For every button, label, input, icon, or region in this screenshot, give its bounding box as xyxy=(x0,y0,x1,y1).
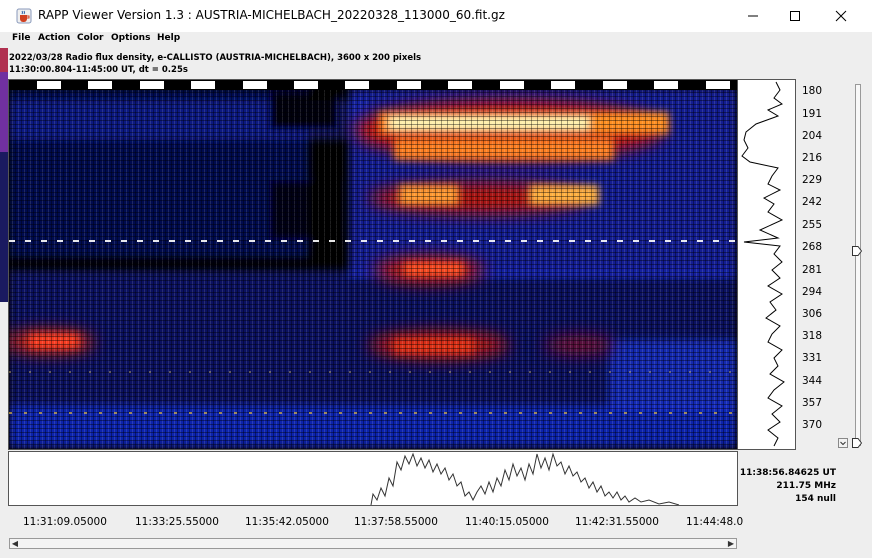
cursor-value-readout: 154 null xyxy=(795,494,836,504)
freq-tick: 370 xyxy=(802,419,823,431)
arrow-left-icon[interactable]: ◀ xyxy=(10,539,20,548)
menu-options[interactable]: Options xyxy=(111,33,150,43)
menu-file[interactable]: File xyxy=(12,33,30,43)
freq-tick: 216 xyxy=(802,152,823,164)
spectrogram-plot[interactable] xyxy=(8,79,738,450)
time-tick: 11:37:58.55000 xyxy=(354,516,438,528)
time-tick: 11:33:25.55000 xyxy=(135,516,219,528)
frequency-profile-plot xyxy=(738,79,796,450)
time-tick: 11:44:48.0 xyxy=(686,516,744,528)
freq-tick: 242 xyxy=(802,196,823,208)
minimize-button[interactable] xyxy=(730,0,776,32)
freq-tick: 281 xyxy=(802,264,823,276)
info-line-1: 2022/03/28 Radio flux density, e-CALLIST… xyxy=(9,53,422,63)
freq-tick: 180 xyxy=(802,85,823,97)
cursor-frequency-readout: 211.75 MHz xyxy=(776,481,836,491)
freq-tick: 294 xyxy=(802,286,823,298)
cursor-time-readout: 11:38:56.84625 UT xyxy=(739,468,836,478)
scroll-down-icon[interactable] xyxy=(838,438,848,448)
freq-tick: 306 xyxy=(802,308,823,320)
freq-tick: 255 xyxy=(802,219,823,231)
java-cup-icon xyxy=(16,8,32,24)
minimize-icon xyxy=(748,15,758,17)
arrow-right-icon[interactable]: ▶ xyxy=(726,539,736,548)
freq-tick: 344 xyxy=(802,375,823,387)
vertical-slider-track[interactable] xyxy=(855,84,861,446)
frequency-profile-curve xyxy=(741,81,785,447)
menu-help[interactable]: Help xyxy=(157,33,180,43)
slider-knob-icon[interactable] xyxy=(852,438,862,448)
menu-color[interactable]: Color xyxy=(77,33,104,43)
close-icon xyxy=(835,10,847,22)
light-curve-line xyxy=(370,452,680,505)
slider-knob-icon[interactable] xyxy=(852,246,862,256)
spectrogram-image xyxy=(9,80,737,449)
freq-tick: 268 xyxy=(802,241,823,253)
horizontal-scrollbar[interactable]: ◀ ▶ xyxy=(9,538,737,549)
info-line-2: 11:30:00.804-11:45:00 UT, dt = 0.25s xyxy=(9,65,188,75)
freq-tick: 318 xyxy=(802,330,823,342)
freq-tick: 331 xyxy=(802,352,823,364)
freq-tick: 204 xyxy=(802,130,823,142)
time-tick: 11:31:09.05000 xyxy=(23,516,107,528)
window-title: RAPP Viewer Version 1.3 : AUSTRIA-MICHEL… xyxy=(38,8,505,22)
freq-tick: 191 xyxy=(802,108,823,120)
background-window-edge xyxy=(0,32,8,302)
menu-action[interactable]: Action xyxy=(38,33,70,43)
maximize-button[interactable] xyxy=(772,0,818,32)
time-tick: 11:35:42.05000 xyxy=(245,516,329,528)
freq-tick: 229 xyxy=(802,174,823,186)
time-tick: 11:40:15.05000 xyxy=(465,516,549,528)
light-curve-plot xyxy=(8,451,738,506)
title-bar: RAPP Viewer Version 1.3 : AUSTRIA-MICHEL… xyxy=(0,0,872,32)
menu-bar: File Action Color Options Help xyxy=(0,32,872,48)
close-button[interactable] xyxy=(818,0,864,32)
maximize-icon xyxy=(790,11,800,21)
freq-tick: 357 xyxy=(802,397,823,409)
time-tick: 11:42:31.55000 xyxy=(575,516,659,528)
